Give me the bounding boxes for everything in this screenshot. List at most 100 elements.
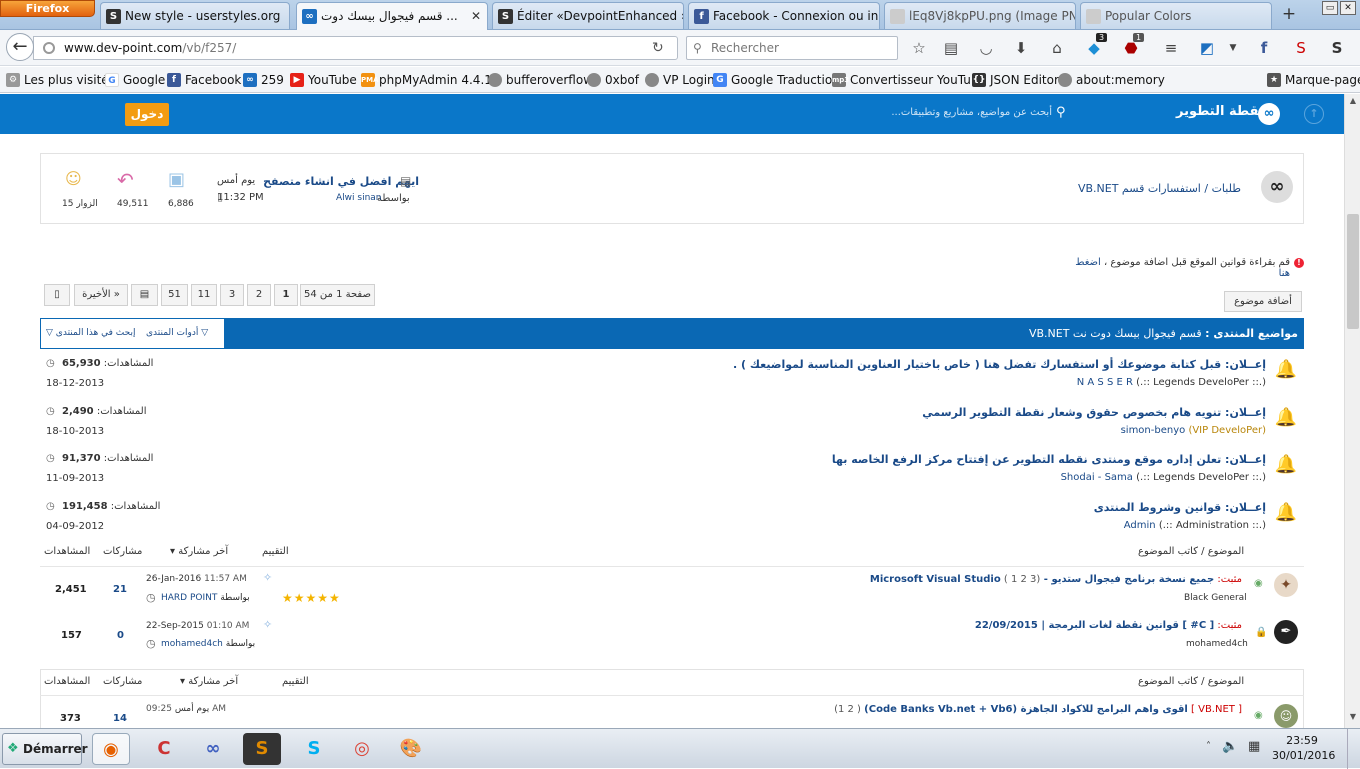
- bookmark-most-visited[interactable]: ⚙ Les plus visités: [6, 73, 115, 87]
- paint-icon[interactable]: 🎨: [392, 733, 430, 765]
- reply-count[interactable]: 0: [117, 630, 124, 641]
- sticky-topic-title[interactable]: مثبت: [ C# ] قوانين نقطة لغات البرمجة | …: [880, 620, 1242, 631]
- sticky-topic-title[interactable]: مثبت: جميع نسخة برنامج فيجوال ستديو - Mi…: [870, 574, 1242, 585]
- tab-image[interactable]: lEq8Vj8kpPU.png (Image PNG...: [884, 2, 1076, 29]
- bookmark-star-icon[interactable]: ☆: [908, 38, 930, 58]
- search-input[interactable]: ⚲ Rechercher: [686, 36, 898, 60]
- announcement-title[interactable]: إعــلان: قوانين وشروط المنتدى: [900, 501, 1266, 514]
- avatar[interactable]: ✦: [1274, 573, 1298, 597]
- site-search-input[interactable]: أبحث عن مواضيع، مشاريع وتطبيقات...: [880, 107, 1052, 118]
- sublime-icon[interactable]: S: [243, 733, 281, 765]
- reply-count[interactable]: 21: [113, 584, 127, 595]
- col-views[interactable]: المشاهدات: [44, 546, 90, 557]
- ccleaner-icon[interactable]: C: [145, 733, 183, 765]
- url-bar[interactable]: www.dev-point.com/vb/f257/ ↻: [33, 36, 678, 60]
- chrome-icon[interactable]: ◎: [343, 733, 381, 765]
- bookmarks-menu[interactable]: ★ Marque-pages: [1267, 73, 1360, 87]
- facebook-icon[interactable]: f: [1253, 38, 1275, 58]
- show-desktop-button[interactable]: [1347, 729, 1360, 769]
- back-button[interactable]: ←: [6, 33, 34, 61]
- page-51[interactable]: 51: [161, 284, 188, 306]
- col-rating[interactable]: التقييم: [282, 676, 309, 687]
- home-icon[interactable]: ⌂: [1046, 38, 1068, 58]
- bookmark-youtube[interactable]: ▶ YouTube: [290, 73, 357, 87]
- col-topic[interactable]: الموضوع / كاتب الموضوع: [1138, 676, 1244, 687]
- close-window-icon[interactable]: ✕: [1340, 1, 1356, 15]
- page-11[interactable]: 11: [191, 284, 217, 306]
- skype-icon[interactable]: S: [1290, 38, 1312, 58]
- scroll-up-icon[interactable]: ▲: [1347, 96, 1359, 108]
- download-icon[interactable]: ⬇: [1010, 38, 1032, 58]
- bookmark-bufferoverflow[interactable]: bufferoverflow: [488, 73, 593, 87]
- col-last-post[interactable]: ▾ آخر مشاركة: [180, 676, 238, 687]
- search-icon[interactable]: ⚲: [1056, 105, 1066, 120]
- firefox-icon[interactable]: ◉: [92, 733, 130, 765]
- tab-popular-colors[interactable]: Popular Colors: [1080, 2, 1272, 29]
- last-post-title[interactable]: ايهم افضل في انشاء متصفح: [261, 175, 419, 188]
- forum-tools[interactable]: أدوات المنتدى ▽: [146, 328, 208, 338]
- page-last[interactable]: الأخيرة »: [74, 284, 128, 306]
- bookmark-0xbof[interactable]: 0xbof: [587, 73, 639, 87]
- page-1[interactable]: 1: [274, 284, 298, 306]
- subforum-title[interactable]: طلبات / استفسارات قسم VB.NET: [1041, 182, 1241, 195]
- col-replies[interactable]: مشاركات: [103, 676, 142, 687]
- volume-icon[interactable]: 🔈: [1222, 739, 1238, 754]
- stylish-icon[interactable]: S: [1326, 38, 1348, 58]
- avatar[interactable]: ✒: [1274, 620, 1298, 644]
- col-rating[interactable]: التقييم: [262, 546, 289, 557]
- bookmark-youtube-converter[interactable]: mp3 Convertisseur YouTu...: [832, 73, 982, 87]
- network-icon[interactable]: ▦: [1248, 739, 1260, 754]
- forum-search[interactable]: ▽ إبحث في هذا المنتدى: [46, 328, 135, 338]
- skype-icon[interactable]: S: [295, 733, 333, 765]
- last-post-author[interactable]: Alwi sinan: [336, 193, 382, 203]
- reload-icon[interactable]: ↻: [652, 37, 664, 59]
- menu-icon[interactable]: ≡: [1160, 38, 1182, 58]
- tab-editer[interactable]: S Éditer «DevpointEnhanced »: [492, 2, 684, 29]
- tab-userstyles[interactable]: S New style - userstyles.org: [100, 2, 290, 29]
- page-scrollbar[interactable]: ▲ ▼: [1344, 94, 1360, 728]
- announcement-title[interactable]: إعــلان: تنويه هام بخصوص حقوق وشعار نقطة…: [700, 406, 1266, 419]
- pocket-icon[interactable]: ◡: [975, 38, 997, 58]
- bookmark-vp-login[interactable]: VP Login: [645, 73, 715, 87]
- page-jump-icon[interactable]: ▤: [131, 284, 158, 306]
- new-tab-button[interactable]: +: [1277, 4, 1301, 26]
- bookmark-259[interactable]: ∞ 259: [243, 73, 284, 87]
- bookmark-facebook[interactable]: f Facebook: [167, 73, 241, 87]
- bookmark-phpmyadmin[interactable]: PMA phpMyAdmin 4.4.14: [361, 73, 500, 87]
- col-topic[interactable]: الموضوع / كاتب الموضوع: [1138, 546, 1244, 557]
- reply-count[interactable]: 14: [113, 713, 127, 724]
- tab-devpoint[interactable]: ∞ قسم فيجوال بيسك دوت ... ✕: [296, 2, 488, 30]
- start-button[interactable]: ❖ Démarrer: [2, 733, 88, 765]
- announcement-title[interactable]: إعــلان: تعلن إداره موقع ومنتدى نقطه الت…: [700, 453, 1266, 466]
- col-views[interactable]: المشاهدات: [44, 676, 90, 687]
- col-last-post[interactable]: ▾ آخر مشاركة: [170, 546, 228, 557]
- col-replies[interactable]: مشاركات: [103, 546, 142, 557]
- close-tab-icon[interactable]: ✕: [471, 3, 481, 29]
- reading-list-icon[interactable]: ▤: [940, 38, 962, 58]
- site-logo-text[interactable]: نقطة التطوير: [1176, 104, 1264, 119]
- firefox-menu-button[interactable]: Firefox: [0, 0, 95, 17]
- add-topic-button[interactable]: أضافة موضوع: [1224, 291, 1302, 312]
- system-clock[interactable]: 23:59 30/01/2016: [1272, 733, 1335, 763]
- topic-title[interactable]: [ VB.NET ] اقوى واهم البرامج للاكواد الج…: [834, 704, 1242, 715]
- page-3[interactable]: 3: [220, 284, 244, 306]
- topic-author[interactable]: mohamed4ch: [1186, 639, 1248, 649]
- scroll-down-icon[interactable]: ▼: [1347, 712, 1359, 724]
- dropdown-icon[interactable]: ▼: [1222, 38, 1244, 58]
- page-2[interactable]: 2: [247, 284, 271, 306]
- bookmark-google[interactable]: G Google: [105, 73, 165, 87]
- bookmark-google-translate[interactable]: G Google Traduction: [713, 73, 840, 87]
- scroll-thumb[interactable]: [1347, 214, 1359, 329]
- topic-author[interactable]: Black General: [1184, 593, 1247, 603]
- login-button[interactable]: دخول: [125, 103, 169, 126]
- tab-facebook[interactable]: f Facebook - Connexion ou insc...: [688, 2, 880, 29]
- maximize-icon[interactable]: ▭: [1322, 1, 1338, 15]
- bookmark-json-editor[interactable]: {} JSON Editor: [972, 73, 1059, 87]
- bookmark-about-memory[interactable]: about:memory: [1058, 73, 1165, 87]
- page-menu-icon[interactable]: ▯: [44, 284, 70, 306]
- scroll-top-icon[interactable]: ↑: [1304, 104, 1324, 124]
- avatar[interactable]: ☺: [1274, 704, 1298, 728]
- infinity-icon[interactable]: ∞: [194, 733, 232, 765]
- site-logo-icon[interactable]: ∞: [1258, 103, 1280, 125]
- tray-arrow-icon[interactable]: ˄: [1206, 741, 1211, 752]
